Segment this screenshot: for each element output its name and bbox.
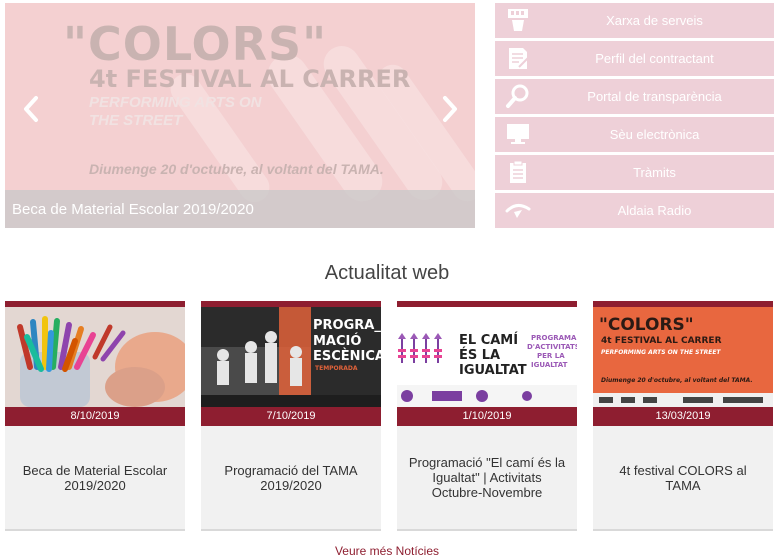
slide-date-line: Diumenge 20 d'octubre, al voltant del TA… [89, 161, 384, 177]
thumb-text: IGUALTAT [459, 363, 527, 378]
services-menu: Xarxa de serveis Perfil del contractant … [495, 3, 774, 231]
radio-icon [505, 204, 531, 218]
card-title[interactable]: Programació del TAMA 2019/2020 [211, 426, 371, 529]
slide-headline: "COLORS" [63, 17, 328, 71]
slide-caption[interactable]: Beca de Material Escolar 2019/2020 [12, 201, 254, 218]
thumb-text: IGUALTAT [531, 361, 568, 369]
service-label[interactable]: Tràmits [535, 165, 774, 180]
clipboard-icon [510, 160, 526, 183]
service-aldaia-radio[interactable]: Aldaia Radio [495, 193, 774, 228]
slider-prev-button[interactable] [19, 91, 43, 127]
thumb-text: ÉS LA [459, 348, 501, 363]
thumb-text: PROGRA_ [313, 318, 381, 333]
thumb-text: "COLORS" [599, 315, 694, 335]
news-card[interactable]: "COLORS" 4t FESTIVAL AL CARRER PERFORMIN… [593, 301, 773, 531]
news-card[interactable]: 8/10/2019 Beca de Material Escolar 2019/… [5, 301, 185, 531]
section-title: Actualitat web [324, 262, 450, 284]
news-card[interactable]: PROGRA_ MACIÓ ESCÈNICA TEMPORADA 7/10/20… [201, 301, 381, 531]
card-thumbnail-igualtat: EL CAMÍ ÉS LA IGUALTAT PROGRAMA D'ACTIVI… [397, 307, 577, 407]
card-thumbnail-crayons [5, 307, 185, 407]
slide-tagline: PERFORMING ARTS ON THE STREET [89, 94, 262, 129]
thumb-text: 4t FESTIVAL AL CARRER [601, 336, 722, 346]
thumb-text: PROGRAMA [531, 334, 577, 342]
slider-next-button[interactable] [438, 91, 462, 127]
thumb-text: PER LA [537, 352, 565, 360]
card-date: 1/10/2019 [397, 407, 577, 426]
chevron-right-icon [443, 96, 457, 122]
thumb-text: ESCÈNICA [313, 349, 381, 364]
document-sign-icon [509, 48, 530, 69]
chevron-left-icon [24, 96, 38, 122]
network-icon [508, 9, 528, 31]
card-date: 8/10/2019 [5, 407, 185, 426]
more-news-link[interactable]: Veure més Notícies [0, 544, 774, 558]
card-title[interactable]: Programació "El camí és la Igualtat" | A… [407, 426, 567, 529]
service-perfil-del-contractant[interactable]: Perfil del contractant [495, 41, 774, 76]
service-seu-electronica[interactable]: Sèu electrònica [495, 117, 774, 152]
thumb-text: D'ACTIVITATS [527, 343, 577, 351]
thumb-text: PERFORMING ARTS ON THE STREET [601, 349, 721, 356]
service-label[interactable]: Xarxa de serveis [535, 13, 774, 28]
card-date: 13/03/2019 [593, 407, 773, 426]
card-title[interactable]: Beca de Material Escolar 2019/2020 [15, 426, 175, 529]
service-label[interactable]: Sèu electrònica [535, 127, 774, 142]
card-thumbnail-colors: "COLORS" 4t FESTIVAL AL CARRER PERFORMIN… [593, 307, 773, 407]
service-portal-de-transparencia[interactable]: Portal de transparència [495, 79, 774, 114]
service-label[interactable]: Aldaia Radio [535, 203, 774, 218]
service-label[interactable]: Portal de transparència [535, 89, 774, 104]
magnifier-icon [506, 84, 529, 108]
card-date: 7/10/2019 [201, 407, 381, 426]
service-tramits[interactable]: Tràmits [495, 155, 774, 190]
thumb-text: MACIÓ [313, 334, 362, 349]
card-title[interactable]: 4t festival COLORS al TAMA [603, 426, 763, 529]
thumb-text: Diumenge 20 d'octubre, al voltant del TA… [601, 377, 753, 384]
slide-caption-bar[interactable]: Beca de Material Escolar 2019/2020 [5, 190, 475, 228]
news-card[interactable]: EL CAMÍ ÉS LA IGUALTAT PROGRAMA D'ACTIVI… [397, 301, 577, 531]
hero-slider[interactable]: "COLORS" 4t FESTIVAL AL CARRER PERFORMIN… [5, 3, 475, 228]
thumb-text: EL CAMÍ [459, 333, 519, 348]
monitor-icon [507, 124, 529, 144]
slide-subheadline: 4t FESTIVAL AL CARRER [89, 65, 411, 93]
card-thumbnail-tama: PROGRA_ MACIÓ ESCÈNICA TEMPORADA [201, 307, 381, 407]
thumb-text: TEMPORADA [315, 365, 358, 372]
service-label[interactable]: Perfil del contractant [535, 51, 774, 66]
service-xarxa-de-serveis[interactable]: Xarxa de serveis [495, 3, 774, 38]
